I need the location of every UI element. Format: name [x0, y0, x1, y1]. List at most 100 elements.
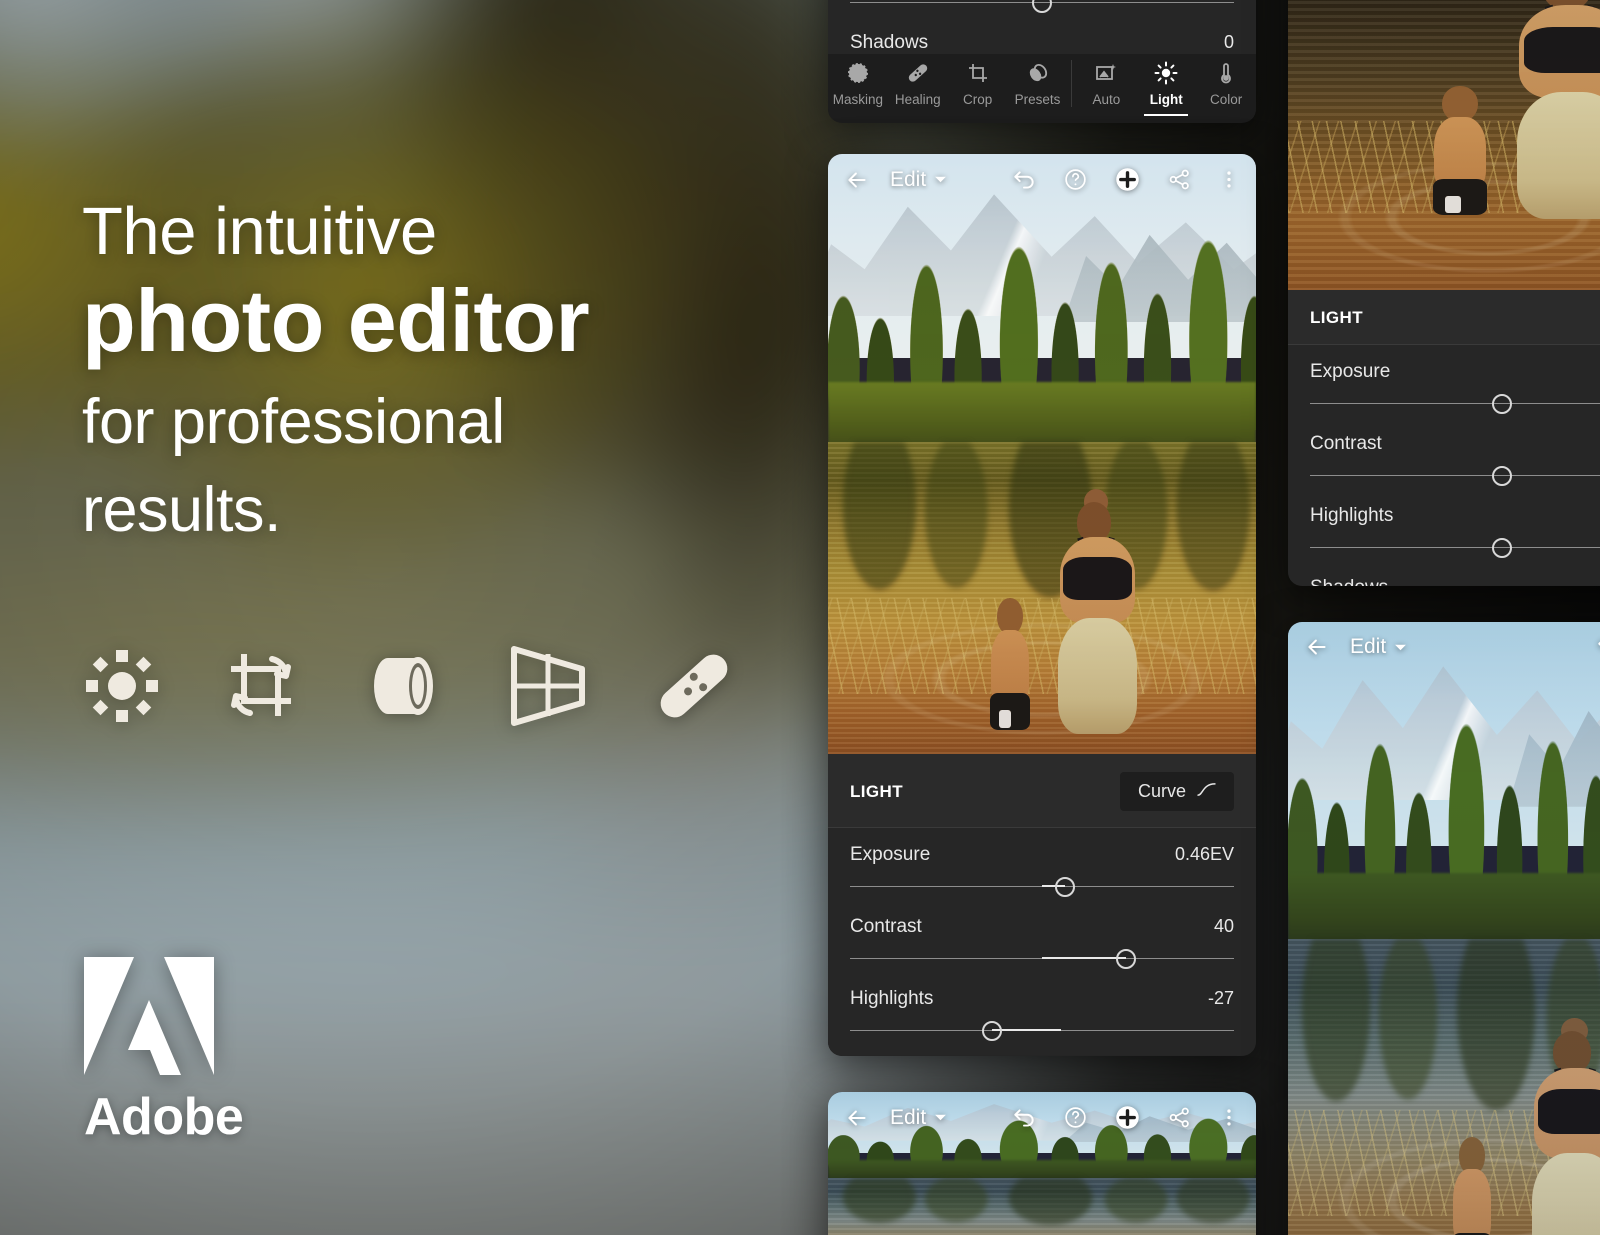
section-title: LIGHT	[1310, 308, 1363, 327]
help-circle-icon[interactable]	[1063, 167, 1088, 192]
light-section-header: LIGHT	[1288, 290, 1600, 345]
photo-preview[interactable]: Edit	[1288, 622, 1600, 1235]
slider-value: 0.46EV	[1174, 844, 1234, 864]
photo-preview[interactable]: Edit	[828, 1092, 1256, 1235]
back-arrow-icon[interactable]	[844, 167, 870, 193]
phone-panel-right-top: LIGHT Exposure Contrast Highlights Shado…	[1288, 0, 1600, 586]
photo-preview[interactable]	[1288, 0, 1600, 290]
slider-track[interactable]	[1310, 391, 1600, 417]
tool-label: Crop	[963, 92, 993, 107]
curve-label: Curve	[1137, 781, 1186, 801]
edit-title-dropdown[interactable]: Edit	[890, 168, 947, 192]
slider-row[interactable]: Contrast	[1310, 421, 1600, 493]
chevron-down-icon	[934, 1111, 947, 1124]
share-icon[interactable]	[1167, 1105, 1192, 1130]
slider-row[interactable]: Highlights -27	[850, 976, 1234, 1048]
slider-track[interactable]	[1310, 463, 1600, 489]
adobe-logo-block: Adobe	[84, 957, 244, 1147]
slider-value: -27	[1207, 988, 1234, 1008]
edit-title-label: Edit	[890, 167, 927, 191]
slider-label: Exposure	[850, 844, 931, 865]
slider-label: Contrast	[1310, 433, 1382, 454]
more-vertical-icon[interactable]	[1218, 167, 1240, 192]
geometry-perspective-icon	[506, 645, 590, 727]
adobe-logo	[84, 957, 243, 1075]
light-sliders: Exposure 0.46EV Contrast 40 Highlights -…	[828, 828, 1256, 1056]
tool-label: Masking	[832, 92, 884, 107]
tool-color[interactable]: Color	[1196, 60, 1256, 107]
tool-label: Color	[1209, 92, 1243, 107]
plus-circle-icon[interactable]	[1114, 1104, 1141, 1131]
color-icon	[1214, 60, 1238, 86]
slider-label: Contrast	[850, 916, 922, 937]
phone-panel-main: Edit LIGHT Curve Exposure 0.46EV Contras…	[828, 154, 1256, 1056]
undo-icon[interactable]	[1011, 167, 1037, 193]
slider-row[interactable]: Highlights 0	[850, 0, 1234, 20]
slider-track[interactable]	[850, 1018, 1234, 1044]
slider-track[interactable]	[850, 946, 1234, 972]
lake-photo	[828, 154, 1256, 754]
light-sliders: Exposure Contrast Highlights Shadows	[1288, 345, 1600, 586]
slider-label: Shadows	[1310, 577, 1388, 586]
toolbar-divider	[1071, 60, 1073, 107]
slider-row[interactable]: Shadows 37	[850, 1048, 1234, 1056]
phone-panel-bottom-partial: Edit	[828, 1092, 1256, 1235]
back-arrow-icon[interactable]	[1304, 634, 1330, 660]
slider-row[interactable]: Contrast 40	[850, 904, 1234, 976]
tool-healing[interactable]: Healing	[888, 60, 948, 107]
photo-preview[interactable]: Edit	[828, 154, 1256, 754]
undo-icon[interactable]	[1011, 1105, 1037, 1131]
phone-panel-right-bottom: Edit	[1288, 622, 1600, 1235]
masking-icon	[846, 60, 870, 86]
promo-graphic: The intuitive photo editor for professio…	[0, 0, 1600, 1235]
slider-row[interactable]: Shadows	[1310, 565, 1600, 586]
tone-curve-icon	[1197, 781, 1216, 802]
slider-track[interactable]	[1310, 535, 1600, 561]
crop-icon	[966, 60, 990, 86]
chevron-down-icon	[1394, 641, 1407, 654]
tool-presets[interactable]: Presets	[1008, 60, 1068, 107]
slider-track[interactable]	[850, 874, 1234, 900]
headline-line-2: photo editor	[82, 271, 590, 371]
back-arrow-icon[interactable]	[844, 1105, 870, 1131]
phone-panel-top-partial: Highlights 0 Shadows 0 Masking	[828, 0, 1256, 123]
tool-crop[interactable]: Crop	[948, 60, 1008, 107]
undo-icon[interactable]	[1595, 634, 1600, 660]
slider-label: Exposure	[1310, 361, 1391, 382]
help-circle-icon[interactable]	[1063, 1105, 1088, 1130]
auto-icon	[1094, 60, 1118, 86]
presets-icon	[1026, 60, 1050, 86]
tool-label: Healing	[894, 92, 941, 107]
healing-icon	[652, 645, 736, 727]
slider-row[interactable]: Exposure	[1310, 349, 1600, 421]
section-title: LIGHT	[850, 781, 903, 801]
more-vertical-icon[interactable]	[1218, 1105, 1240, 1130]
photo-topbar: Edit	[828, 154, 1256, 205]
headline-line-1: The intuitive	[82, 194, 437, 269]
slider-track[interactable]	[850, 0, 1234, 16]
edit-toolbar: Masking Healing Crop Presets Auto Light …	[828, 54, 1256, 119]
slider-row[interactable]: Exposure 0.46EV	[850, 832, 1234, 904]
light-icon	[84, 648, 160, 724]
tool-masking[interactable]: Masking	[828, 60, 888, 107]
slider-row[interactable]: Highlights	[1310, 493, 1600, 565]
lake-photo-unedited	[1288, 622, 1600, 1235]
edit-title-dropdown[interactable]: Edit	[1350, 635, 1407, 659]
slider-value: 40	[1213, 916, 1234, 936]
crop-rotate-icon	[222, 647, 300, 725]
tool-light[interactable]: Light	[1136, 60, 1196, 107]
slider-row[interactable]: Shadows 0	[850, 20, 1234, 54]
share-icon[interactable]	[1167, 167, 1192, 192]
photo-topbar: Edit	[1288, 622, 1600, 672]
tool-auto[interactable]: Auto	[1076, 60, 1136, 107]
adobe-wordmark: Adobe	[84, 1088, 244, 1146]
lake-photo-closeup	[1288, 0, 1600, 290]
plus-circle-icon[interactable]	[1114, 166, 1141, 193]
edit-title-dropdown[interactable]: Edit	[890, 1106, 947, 1130]
slider-label: Highlights	[1310, 505, 1394, 526]
lens-blur-icon	[362, 647, 444, 725]
feature-icon-row	[84, 645, 736, 727]
tool-label: Light	[1149, 92, 1183, 107]
curve-button[interactable]: Curve	[1119, 772, 1234, 811]
edit-title-label: Edit	[1350, 635, 1387, 658]
